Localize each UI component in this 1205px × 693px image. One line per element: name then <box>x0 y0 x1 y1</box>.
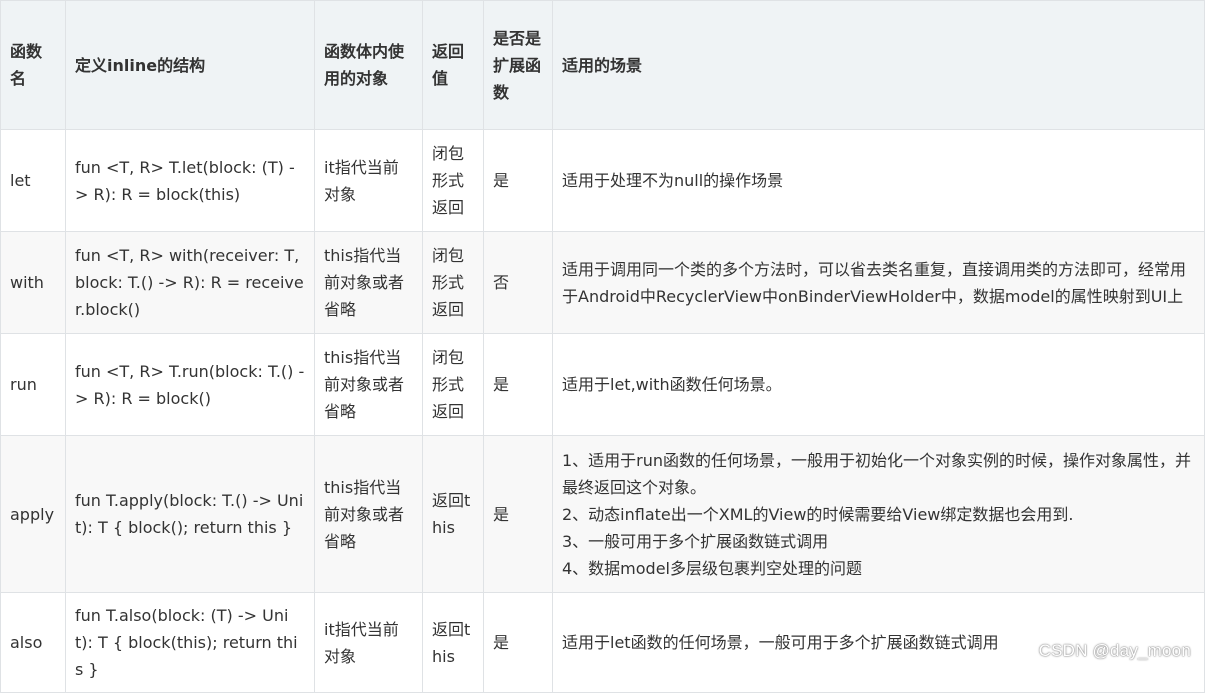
cell-signature: fun <T, R> T.let(block: (T) -> R): R = b… <box>65 129 315 232</box>
header-return-value: 返回值 <box>422 0 484 130</box>
cell-return-value: 闭包形式返回 <box>422 129 484 232</box>
cell-is-extension: 是 <box>483 435 553 593</box>
kotlin-scope-functions-table: 函数名 定义inline的结构 函数体内使用的对象 返回值 是否是扩展函数 适用… <box>0 0 1205 693</box>
cell-scenario: 适用于let,with函数任何场景。 <box>552 333 1205 436</box>
cell-is-extension: 是 <box>483 129 553 232</box>
cell-return-value: 闭包形式返回 <box>422 231 484 334</box>
cell-is-extension: 是 <box>483 333 553 436</box>
table-row-apply: apply fun T.apply(block: T.() -> Unit): … <box>0 435 1205 593</box>
header-function-name: 函数名 <box>0 0 66 130</box>
scenario-line: 适用于处理不为null的操作场景 <box>562 171 784 190</box>
table-row-let: let fun <T, R> T.let(block: (T) -> R): R… <box>0 129 1205 232</box>
csdn-watermark: CSDN @day_moon <box>1038 641 1191 660</box>
table-row-also: also fun T.also(block: (T) -> Unit): T {… <box>0 592 1205 693</box>
header-inline-signature: 定义inline的结构 <box>65 0 315 130</box>
cell-scenario: 适用于处理不为null的操作场景 <box>552 129 1205 232</box>
cell-receiver-object: this指代当前对象或者省略 <box>314 231 423 334</box>
table-header-row: 函数名 定义inline的结构 函数体内使用的对象 返回值 是否是扩展函数 适用… <box>0 0 1205 130</box>
cell-function-name: apply <box>0 435 66 593</box>
cell-receiver-object: this指代当前对象或者省略 <box>314 333 423 436</box>
cell-signature: fun <T, R> with(receiver: T, block: T.()… <box>65 231 315 334</box>
scenario-line: 适用于let,with函数任何场景。 <box>562 375 782 394</box>
cell-function-name: let <box>0 129 66 232</box>
scenario-line: 适用于调用同一个类的多个方法时，可以省去类名重复，直接调用类的方法即可，经常用于… <box>562 259 1187 306</box>
table-row-run: run fun <T, R> T.run(block: T.() -> R): … <box>0 333 1205 436</box>
cell-is-extension: 是 <box>483 592 553 693</box>
cell-is-extension: 否 <box>483 231 553 334</box>
scenario-line: 2、动态inflate出一个XML的View的时候需要给View绑定数据也会用到… <box>562 504 1074 524</box>
header-scenario: 适用的场景 <box>552 0 1205 130</box>
scenario-line: 3、一般可用于多个扩展函数链式调用 <box>562 531 829 551</box>
cell-return-value: 返回this <box>422 592 484 693</box>
cell-scenario: 适用于调用同一个类的多个方法时，可以省去类名重复，直接调用类的方法即可，经常用于… <box>552 231 1205 334</box>
cell-signature: fun <T, R> T.run(block: T.() -> R): R = … <box>65 333 315 436</box>
cell-signature: fun T.apply(block: T.() -> Unit): T { bl… <box>65 435 315 593</box>
header-is-extension: 是否是扩展函数 <box>483 0 553 130</box>
cell-function-name: also <box>0 592 66 693</box>
scenario-line: 1、适用于run函数的任何场景，一般用于初始化一个对象实例的时候，操作对象属性，… <box>562 450 1192 497</box>
table-row-with: with fun <T, R> with(receiver: T, block:… <box>0 231 1205 334</box>
scenario-line: 4、数据model多层级包裹判空处理的问题 <box>562 558 863 578</box>
header-receiver-object: 函数体内使用的对象 <box>314 0 423 130</box>
cell-signature: fun T.also(block: (T) -> Unit): T { bloc… <box>65 592 315 693</box>
cell-return-value: 返回this <box>422 435 484 593</box>
cell-receiver-object: it指代当前对象 <box>314 592 423 693</box>
cell-function-name: with <box>0 231 66 334</box>
cell-scenario: 1、适用于run函数的任何场景，一般用于初始化一个对象实例的时候，操作对象属性，… <box>552 435 1205 593</box>
cell-return-value: 闭包形式返回 <box>422 333 484 436</box>
cell-receiver-object: it指代当前对象 <box>314 129 423 232</box>
cell-function-name: run <box>0 333 66 436</box>
cell-receiver-object: this指代当前对象或者省略 <box>314 435 423 593</box>
